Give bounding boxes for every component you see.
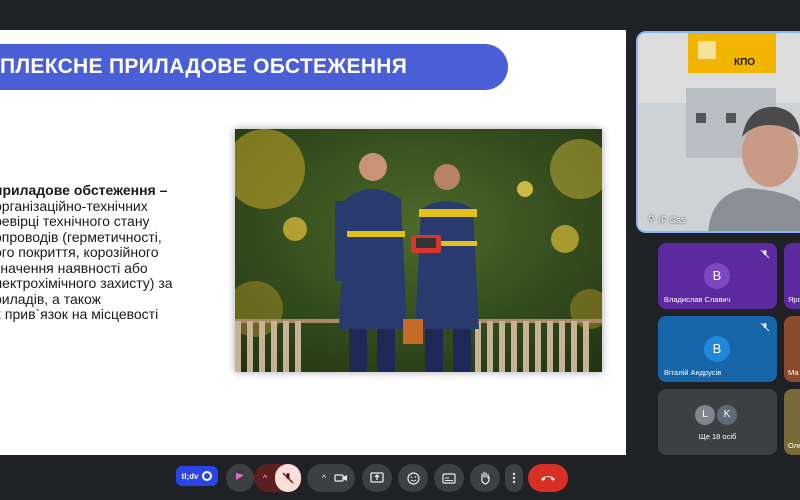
- slide-photo-workers: [235, 129, 602, 372]
- slide-text-line: організаційно-технічних: [0, 197, 148, 214]
- avatar: K: [717, 405, 737, 425]
- participant-name: Оле: [788, 441, 800, 450]
- hand-icon: [481, 471, 490, 485]
- participant-tile[interactable]: Ма: [784, 316, 800, 382]
- slide-text-line: риладів, а також: [0, 290, 102, 307]
- slide-text-line: ревірці технічного стану: [0, 213, 150, 229]
- present-screen-button[interactable]: [362, 464, 392, 492]
- raise-hand-button[interactable]: [470, 464, 500, 492]
- mic-options-chevron-icon[interactable]: ^: [255, 473, 275, 483]
- slide-text-line: приладове обстеження –: [0, 182, 168, 198]
- slide-text-line: лектрохімічного захисту) за: [0, 275, 173, 291]
- mic-control-group: ^: [254, 464, 302, 492]
- slide-body-text: приладове обстеження – організаційно-тех…: [0, 182, 209, 323]
- speaker-name-label: ⚲ IF Gas: [648, 214, 686, 225]
- sign-text: КПО: [734, 57, 755, 68]
- mic-off-icon: [282, 472, 294, 484]
- slide-text-line: опроводів (герметичності,: [0, 228, 162, 245]
- avatar: В: [704, 263, 730, 289]
- top-bar: [0, 0, 800, 22]
- participant-name: Віталій Андрусів: [664, 368, 722, 377]
- meeting-controls-bar: tl;dv ^ ^: [0, 458, 800, 500]
- captions-button[interactable]: [434, 464, 464, 492]
- emoji-reaction-button[interactable]: [398, 464, 428, 492]
- participant-name: Владислав Славич: [664, 295, 731, 304]
- hang-up-icon: [541, 476, 555, 481]
- participant-tile[interactable]: В Віталій Андрусів: [658, 316, 777, 382]
- mic-off-icon: [760, 322, 770, 332]
- participant-tile[interactable]: Яро: [784, 243, 800, 309]
- more-vert-icon: [512, 472, 516, 484]
- camera-icon[interactable]: [334, 472, 348, 484]
- presented-slide: ПЛЕКСНЕ ПРИЛАДОВЕ ОБСТЕЖЕННЯ приладове о…: [0, 30, 626, 455]
- participant-tile[interactable]: В Владислав Славич: [658, 243, 777, 309]
- participant-count-label: Ще 18 осіб: [698, 432, 737, 441]
- record-dot-icon: [202, 471, 213, 481]
- slide-title: ПЛЕКСНЕ ПРИЛАДОВЕ ОБСТЕЖЕННЯ: [0, 44, 508, 90]
- participant-tile[interactable]: Оле: [784, 389, 800, 455]
- slide-text-line: значення наявності або: [0, 259, 148, 276]
- avatar: В: [704, 336, 730, 362]
- avatar: L: [695, 405, 715, 425]
- more-options-button[interactable]: [505, 464, 523, 492]
- camera-control-group: ^: [307, 464, 355, 492]
- leave-call-button[interactable]: [528, 464, 568, 492]
- camera-options-chevron-icon[interactable]: ^: [314, 473, 334, 483]
- speaker-camera-tile[interactable]: КПО ⚲ IF Gas: [636, 31, 800, 233]
- participant-name: Ма: [788, 368, 799, 377]
- participant-name: Яро: [788, 295, 800, 304]
- tldv-recorder-button[interactable]: tl;dv: [176, 466, 218, 486]
- mic-off-icon: [760, 249, 770, 259]
- more-participants-tile[interactable]: L K Ще 18 осіб: [658, 389, 777, 455]
- slide-text-line: х прив`язок на місцевості: [0, 306, 159, 322]
- pin-icon: ⚲: [648, 214, 655, 224]
- companion-button[interactable]: [226, 464, 254, 492]
- flag-icon: [236, 473, 244, 480]
- present-icon: [370, 472, 384, 483]
- mic-toggle-button[interactable]: [275, 464, 301, 492]
- emoji-icon: [406, 471, 420, 485]
- slide-text-line: ого покриття, корозійного: [0, 244, 159, 260]
- captions-icon: [442, 472, 456, 484]
